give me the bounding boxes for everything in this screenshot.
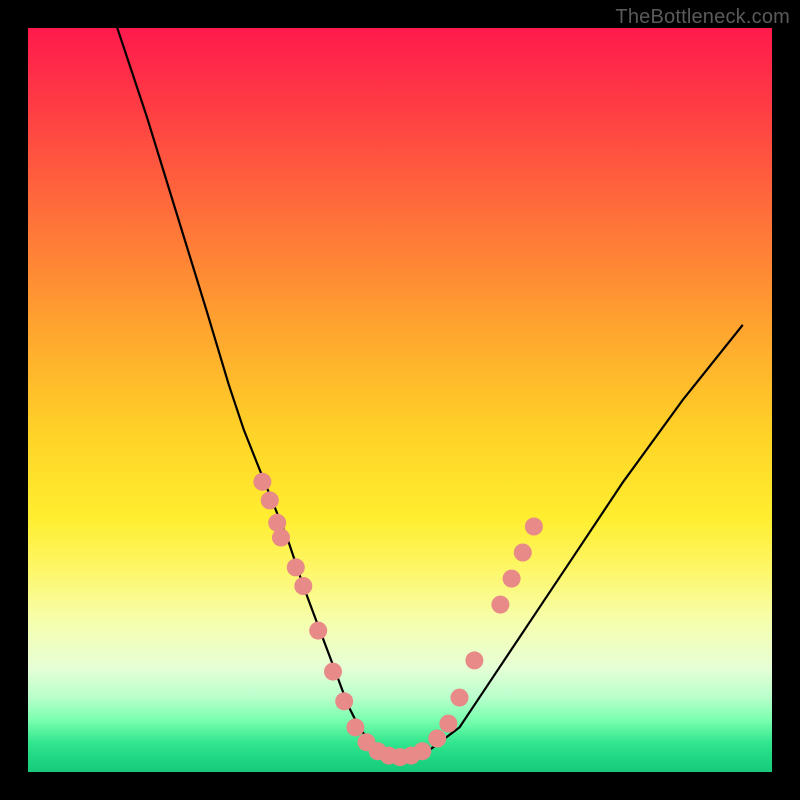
- scatter-dot: [272, 529, 290, 547]
- chart-svg: [28, 28, 772, 772]
- scatter-dot: [324, 663, 342, 681]
- scatter-dot: [335, 692, 353, 710]
- scatter-dot: [253, 473, 271, 491]
- scatter-dot: [413, 742, 431, 760]
- scatter-dot: [439, 715, 457, 733]
- scatter-dot: [503, 570, 521, 588]
- scatter-dot: [309, 622, 327, 640]
- scatter-dots-group: [253, 473, 543, 766]
- scatter-dot: [261, 491, 279, 509]
- plot-area: [28, 28, 772, 772]
- scatter-dot: [287, 558, 305, 576]
- scatter-dot: [294, 577, 312, 595]
- scatter-dot: [514, 544, 532, 562]
- scatter-dot: [346, 718, 364, 736]
- scatter-dot: [525, 518, 543, 536]
- chart-frame: TheBottleneck.com: [0, 0, 800, 800]
- scatter-dot: [465, 651, 483, 669]
- scatter-dot: [491, 596, 509, 614]
- watermark-text: TheBottleneck.com: [615, 6, 790, 29]
- bottleneck-curve: [117, 28, 742, 757]
- scatter-dot: [428, 730, 446, 748]
- scatter-dot: [451, 689, 469, 707]
